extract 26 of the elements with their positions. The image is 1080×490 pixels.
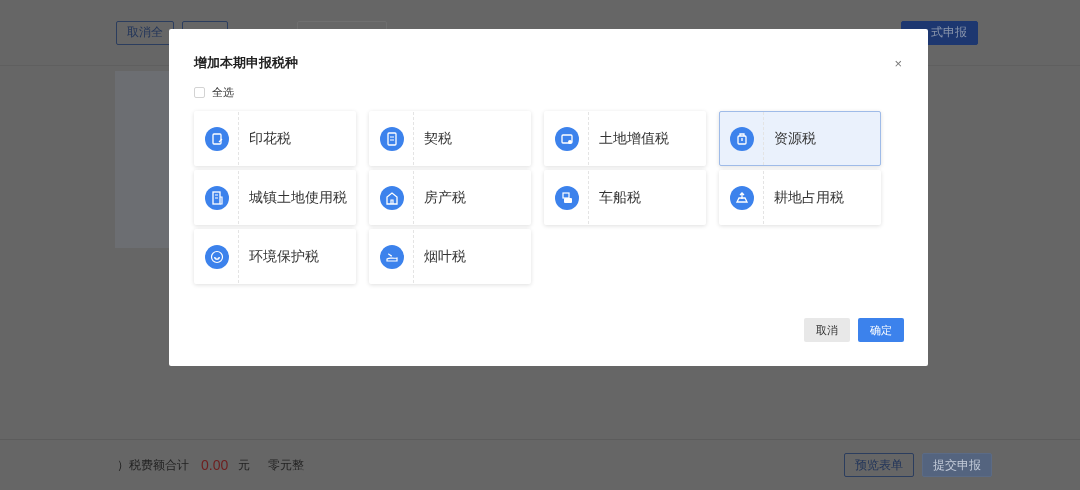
- document-icon: [379, 126, 404, 151]
- tax-card[interactable]: 城镇土地使用税: [194, 170, 356, 225]
- select-all-label: 全选: [212, 84, 234, 100]
- close-button[interactable]: ×: [892, 55, 904, 71]
- cancel-button[interactable]: 取消: [804, 318, 850, 342]
- box-icon: [729, 126, 754, 151]
- tax-card[interactable]: 印花税: [194, 111, 356, 166]
- tax-card[interactable]: 烟叶税: [369, 229, 531, 284]
- card-icon: [554, 126, 579, 151]
- confirm-button[interactable]: 确定: [858, 318, 904, 342]
- tax-card[interactable]: 契税: [369, 111, 531, 166]
- currency-unit: 元: [238, 456, 251, 474]
- tax-card[interactable]: 资源税: [719, 111, 881, 166]
- document-icon: [204, 126, 229, 151]
- total-amount: 0.00: [201, 457, 229, 473]
- tax-card[interactable]: 房产税: [369, 170, 531, 225]
- building-icon: [204, 185, 229, 210]
- tax-card[interactable]: 车船税: [544, 170, 706, 225]
- select-all-checkbox[interactable]: [194, 86, 205, 98]
- tax-card[interactable]: 环境保护税: [194, 229, 356, 284]
- tax-card[interactable]: 耕地占用税: [719, 170, 881, 225]
- tax-card[interactable]: 土地增值税: [544, 111, 706, 166]
- amount-in-words: 零元整: [268, 456, 305, 474]
- total-label: ）税费额合计: [117, 456, 189, 474]
- house-icon: [379, 185, 404, 210]
- dialog-title: 增加本期申报税种: [194, 54, 298, 72]
